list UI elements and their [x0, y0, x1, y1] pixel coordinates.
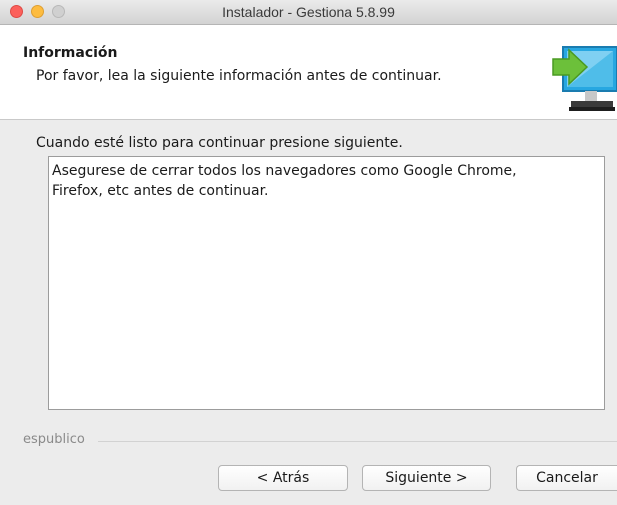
- title-bar[interactable]: Instalador - Gestiona 5.8.99: [0, 0, 617, 25]
- next-button[interactable]: Siguiente >: [362, 465, 491, 491]
- back-button[interactable]: < Atrás: [218, 465, 348, 491]
- window-title: Instalador - Gestiona 5.8.99: [222, 4, 395, 20]
- page-title: Información: [23, 45, 118, 61]
- instructions-text: Cuando esté listo para continuar presion…: [36, 135, 403, 151]
- cancel-button[interactable]: Cancelar: [516, 465, 617, 491]
- installer-window: Instalador - Gestiona 5.8.99 Información…: [0, 0, 617, 505]
- computer-arrow-icon: [552, 46, 617, 111]
- wizard-header: Información Por favor, lea la siguiente …: [0, 25, 617, 120]
- info-textarea[interactable]: Asegurese de cerrar todos los navegadore…: [48, 156, 605, 410]
- separator-line: [98, 441, 617, 442]
- vendor-separator: espublico: [0, 432, 617, 450]
- vendor-label: espublico: [23, 432, 87, 447]
- page-subtitle: Por favor, lea la siguiente información …: [36, 68, 442, 84]
